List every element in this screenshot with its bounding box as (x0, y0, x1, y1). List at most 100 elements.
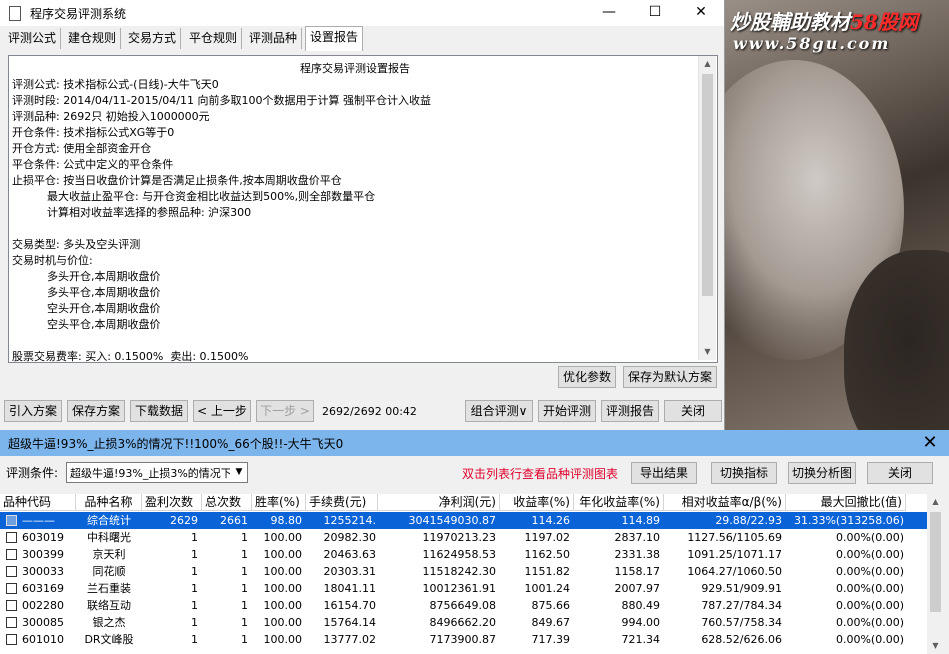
eval-report-button[interactable]: 评测报告 (601, 400, 659, 422)
col-header[interactable]: 品种名称 (76, 494, 142, 511)
table-row[interactable]: 300033 同花顺 1 1 100.00 20303.31 11518242.30 1151… (0, 563, 927, 580)
download-data-button[interactable]: 下载数据 (130, 400, 188, 422)
col-header[interactable]: 年化收益率(%) (574, 494, 664, 511)
table-cell: 1 (241, 582, 248, 595)
tab-formula[interactable]: 评测公式 (4, 28, 62, 49)
table-cell: 11970213.23 (422, 531, 496, 544)
table-scrollbar[interactable]: ▲ ▼ (927, 494, 944, 654)
col-header[interactable]: 手续费(元) (306, 494, 378, 511)
row-checkbox[interactable] (6, 532, 17, 543)
condition-select[interactable]: 超级牛逼!93%_止损3%的情况下!!100%_66个股!! ▼ (66, 462, 248, 483)
table-cell: 2007.97 (614, 582, 661, 595)
row-checkbox[interactable] (6, 515, 17, 526)
table-cell: 1 (191, 565, 198, 578)
table-row[interactable]: ——— 综合统计 2629 2661 98.80 1255214. 3041549030.8… (0, 512, 927, 529)
table-cell: 31.33%(313258.06) (793, 514, 904, 527)
table-cell: 20463.63 (323, 548, 377, 561)
table-row[interactable]: 002280 联络互动 1 1 100.00 16154.70 8756649.08 875.… (0, 597, 927, 614)
row-checkbox[interactable] (6, 617, 17, 628)
col-header[interactable]: 胜率(%) (252, 494, 306, 511)
report-line: 开仓条件: 技术指标公式XG等于0 (12, 126, 175, 139)
optimize-params-button[interactable]: 优化参数 (558, 366, 616, 388)
results-window: 超级牛逼!93%_止损3%的情况下!!100%_66个股!!-大牛飞天0 ✕ 评… (0, 430, 949, 654)
close-icon[interactable]: ✕ (918, 431, 942, 455)
col-header[interactable]: 总次数 (202, 494, 252, 511)
table-cell: 20303.31 (323, 565, 377, 578)
switch-indicator-button[interactable]: 切换指标 (711, 462, 777, 484)
table-cell: 2661 (220, 514, 248, 527)
report-scrollbar[interactable]: ▲ ▼ (698, 56, 716, 360)
close-button[interactable]: ✕ (678, 0, 724, 26)
maximize-button[interactable]: ☐ (632, 0, 678, 26)
evaluation-window: 程序交易评测系统 — ☐ ✕ 评测公式 建仓规则 交易方式 平仓规则 评测品种 … (0, 0, 725, 430)
table-cell: 628.52/626.06 (701, 633, 782, 646)
prev-step-button[interactable]: < 上一步 (193, 400, 251, 422)
table-cell: 8496662.20 (429, 616, 496, 629)
condition-value: 超级牛逼!93%_止损3%的情况下!!100%_66个股!! (70, 467, 230, 480)
table-cell: 1 (191, 548, 198, 561)
next-step-button[interactable]: 下一步 > (256, 400, 314, 422)
col-header[interactable]: 收益率(%) (500, 494, 574, 511)
scroll-down-icon[interactable]: ▼ (927, 638, 944, 654)
tab-settings-report[interactable]: 设置报告 (305, 26, 364, 51)
switch-chart-button[interactable]: 切换分析图 (788, 462, 856, 484)
table-cell: 1 (241, 531, 248, 544)
save-as-default-button[interactable]: 保存为默认方案 (623, 366, 717, 388)
table-cell: 0.00%(0.00) (835, 616, 904, 629)
row-checkbox[interactable] (6, 566, 17, 577)
table-cell: 300399 (22, 548, 64, 561)
chevron-down-icon[interactable]: ▼ (231, 463, 247, 482)
save-scheme-button[interactable]: 保存方案 (67, 400, 125, 422)
table-cell: 100.00 (263, 548, 303, 561)
combo-eval-button[interactable]: 组合评测∨ (465, 400, 533, 422)
scroll-up-icon[interactable]: ▲ (699, 56, 716, 72)
tab-close-rules[interactable]: 平仓规则 (185, 28, 243, 49)
start-eval-button[interactable]: 开始评测 (538, 400, 596, 422)
tab-trade-mode[interactable]: 交易方式 (124, 28, 182, 49)
col-header[interactable]: 盈利次数 (142, 494, 202, 511)
close-window-button[interactable]: 关闭 (664, 400, 722, 422)
tab-symbols[interactable]: 评测品种 (245, 28, 303, 49)
table-cell: 中科曙光 (87, 531, 131, 544)
import-scheme-button[interactable]: 引入方案 (4, 400, 62, 422)
table-cell: 1 (241, 616, 248, 629)
table-cell: 1 (191, 531, 198, 544)
row-checkbox[interactable] (6, 583, 17, 594)
table-row[interactable]: 601010 DR文峰股 1 1 100.00 13777.02 7173900.87 717… (0, 631, 927, 648)
row-checkbox[interactable] (6, 634, 17, 645)
table-cell: 1 (191, 633, 198, 646)
scroll-thumb[interactable] (930, 512, 941, 612)
report-textarea[interactable]: 程序交易评测设置报告 评测公式: 技术指标公式-(日线)-大牛飞天0 评测时段:… (8, 55, 718, 363)
row-checkbox[interactable] (6, 549, 17, 560)
col-header[interactable]: 相对收益率α/β(%) (664, 494, 786, 511)
tab-open-rules[interactable]: 建仓规则 (64, 28, 122, 49)
report-line: 评测品种: 2692只 初始投入1000000元 (12, 110, 210, 123)
table-row[interactable]: 300085 银之杰 1 1 100.00 15764.14 8496662.20 849.6… (0, 614, 927, 631)
close-results-button[interactable]: 关闭 (867, 462, 933, 484)
table-row[interactable]: 603169 兰石重装 1 1 100.00 18041.11 10012361.91 100… (0, 580, 927, 597)
table-cell: 0.00%(0.00) (835, 633, 904, 646)
table-row[interactable]: 603019 中科曙光 1 1 100.00 20982.30 11970213.23 119… (0, 529, 927, 546)
col-header[interactable]: 净利润(元) (378, 494, 500, 511)
report-line: 交易时机与价位: (12, 254, 93, 267)
results-title-bar: 超级牛逼!93%_止损3%的情况下!!100%_66个股!!-大牛飞天0 ✕ (0, 430, 949, 456)
row-checkbox[interactable] (6, 600, 17, 611)
col-header[interactable]: 最大回撤比(值) (786, 494, 906, 511)
table-cell: 综合统计 (87, 514, 131, 527)
col-header[interactable]: 品种代码 (0, 494, 76, 511)
minimize-button[interactable]: — (586, 0, 632, 26)
table-cell: 18041.11 (323, 582, 377, 595)
table-cell: 1158.17 (614, 565, 661, 578)
table-cell: 601010 (22, 633, 64, 646)
table-cell: 929.51/909.91 (701, 582, 782, 595)
table-cell: 0.00%(0.00) (835, 565, 904, 578)
export-results-button[interactable]: 导出结果 (631, 462, 697, 484)
scroll-up-icon[interactable]: ▲ (927, 494, 944, 510)
table-cell: 1162.50 (524, 548, 571, 561)
table-cell: 1091.25/1071.17 (687, 548, 782, 561)
table-cell: 联络互动 (87, 599, 131, 612)
table-cell: 1 (241, 599, 248, 612)
scroll-down-icon[interactable]: ▼ (699, 344, 716, 360)
table-row[interactable]: 300399 京天利 1 1 100.00 20463.63 11624958.53 1162… (0, 546, 927, 563)
scroll-thumb[interactable] (702, 74, 713, 296)
